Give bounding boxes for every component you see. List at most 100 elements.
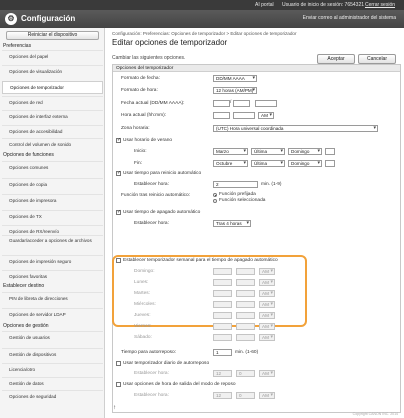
friday-ampm-select[interactable]: AM xyxy=(259,323,275,330)
sidebar-item-security[interactable]: Opciones de seguridad xyxy=(2,390,103,402)
sidebar-item-store-access-files[interactable]: Guardar/acceder a opciones de archivos xyxy=(2,235,103,251)
weekly-timer-checkbox[interactable] xyxy=(116,258,121,263)
sunday-ampm-select[interactable]: AM xyxy=(259,268,275,275)
sunday-hour-input[interactable] xyxy=(213,268,232,275)
panel-title: Opciones del temporizador xyxy=(113,65,400,72)
auto-reset-time-input[interactable]: 2 xyxy=(213,181,258,188)
tuesday-ampm-select[interactable]: AM xyxy=(259,290,275,297)
sidebar-item-data-management[interactable]: Gestión de datos xyxy=(2,377,103,389)
dst-start-day-select[interactable]: Domingo xyxy=(288,148,322,155)
sidebar-section-management[interactable]: Opciones de gestión xyxy=(3,323,49,329)
logout-link[interactable]: Cerrar sesión xyxy=(365,2,395,8)
sidebar-item-network[interactable]: Opciones de red xyxy=(2,96,103,108)
sidebar-item-address-book-pin[interactable]: PIN de libreta de direcciones xyxy=(2,292,103,304)
email-admin-link[interactable]: Enviar correo al administrador del siste… xyxy=(303,15,396,21)
dst-end-week-select[interactable]: Última xyxy=(251,160,285,167)
quit-sleep-minute-input[interactable]: 0 xyxy=(236,392,255,399)
dst-start-label: Inicio: xyxy=(134,149,147,154)
wednesday-hour-input[interactable] xyxy=(213,301,232,308)
dst-end-month-select[interactable]: Octubre xyxy=(213,160,248,167)
accept-button[interactable]: Aceptar xyxy=(317,54,355,64)
quit-sleep-hour-input[interactable]: 12 xyxy=(213,392,232,399)
friday-minute-input[interactable] xyxy=(236,323,255,330)
monday-minute-input[interactable] xyxy=(236,279,255,286)
date-format-select[interactable]: DD/MM AAAA xyxy=(213,75,257,82)
wednesday-ampm-select[interactable]: AM xyxy=(259,301,275,308)
back-to-top-icon[interactable]: ↑ xyxy=(113,405,116,411)
sleep-time-label: Tiempo para autorreposo: xyxy=(121,350,177,355)
sidebar-item-device-management[interactable]: Gestión de dispositivos xyxy=(2,348,103,360)
dst-start-month-select[interactable]: Marzo xyxy=(213,148,248,155)
sidebar-item-tx[interactable]: Opciones de TX xyxy=(2,210,103,222)
saturday-hour-input[interactable] xyxy=(213,334,232,341)
sidebar-item-user-management[interactable]: Gestión de usuarios xyxy=(2,331,103,343)
quit-sleep-ampm-select[interactable]: AM xyxy=(259,392,275,399)
sidebar-section-preferences[interactable]: Preferencias xyxy=(3,43,31,49)
sidebar-item-volume[interactable]: Control del volumen de sonido xyxy=(2,138,103,150)
day-label-tuesday: Martes: xyxy=(134,291,150,296)
thursday-minute-input[interactable] xyxy=(236,312,255,319)
dst-start-week-select[interactable]: Última xyxy=(251,148,285,155)
current-time-hour-input[interactable] xyxy=(213,112,230,119)
timezone-select[interactable]: (UTC) Hora universal coordinada xyxy=(213,125,378,132)
day-label-sunday: Domingo: xyxy=(134,269,155,274)
sidebar-item-copy[interactable]: Opciones de copia xyxy=(2,178,103,190)
sidebar-item-secure-print[interactable]: Opciones de impresión seguro xyxy=(2,255,103,267)
thursday-hour-input[interactable] xyxy=(213,312,232,319)
time-format-select[interactable]: 12 horas (AM/PM) xyxy=(213,87,257,94)
saturday-ampm-select[interactable]: AM xyxy=(259,334,275,341)
app-title: Configuración xyxy=(21,14,76,23)
monday-hour-input[interactable] xyxy=(213,279,232,286)
auto-reset-units: min. (1-9) xyxy=(261,182,282,187)
saturday-minute-input[interactable] xyxy=(236,334,255,341)
auto-off-time-select[interactable]: Tras 4 horas xyxy=(213,220,251,227)
cancel-button[interactable]: Cancelar xyxy=(358,54,396,64)
radio-preferred-label: Función prefijada xyxy=(219,192,256,197)
sidebar-item-printer[interactable]: Opciones de impresora xyxy=(2,194,103,206)
current-date-month-input[interactable] xyxy=(233,100,250,107)
dst-start-extra-input[interactable] xyxy=(325,148,335,155)
sidebar-item-favorites[interactable]: Opciones favoritas xyxy=(2,270,103,282)
sidebar-item-paper[interactable]: Opciones del papel xyxy=(2,50,103,62)
daily-sleep-hour-input[interactable]: 12 xyxy=(213,370,232,377)
auto-off-checkbox[interactable]: ✓ xyxy=(116,210,121,215)
dst-checkbox[interactable]: ✓ xyxy=(116,138,121,143)
tuesday-hour-input[interactable] xyxy=(213,290,232,297)
current-time-minute-input[interactable] xyxy=(233,112,255,119)
timezone-label: Zona horaria: xyxy=(121,126,150,131)
sidebar-item-common[interactable]: Opciones comunes xyxy=(2,161,103,173)
daily-sleep-checkbox[interactable] xyxy=(116,361,121,366)
current-date-day-input[interactable] xyxy=(213,100,230,107)
breadcrumb: Configuración: Preferencias: Opciones de… xyxy=(112,31,297,36)
sidebar-item-accessibility[interactable]: Opciones de accesibilidad xyxy=(2,125,103,137)
day-label-saturday: Sábado: xyxy=(134,335,152,340)
sidebar-item-display[interactable]: Opciones de visualización xyxy=(2,65,103,77)
sidebar-item-ldap[interactable]: Opciones de servidor LDAP xyxy=(2,308,103,320)
radio-preferred-function[interactable] xyxy=(213,193,217,197)
friday-hour-input[interactable] xyxy=(213,323,232,330)
auto-reset-checkbox[interactable]: ✓ xyxy=(116,171,121,176)
thursday-ampm-select[interactable]: AM xyxy=(259,312,275,319)
tuesday-minute-input[interactable] xyxy=(236,290,255,297)
radio-selected-function[interactable] xyxy=(213,199,217,203)
quit-sleep-checkbox[interactable] xyxy=(116,382,121,387)
sidebar-section-functions[interactable]: Opciones de funciones xyxy=(3,152,54,158)
sidebar-item-license[interactable]: Licencia/otro xyxy=(2,363,103,375)
dst-end-extra-input[interactable] xyxy=(325,160,335,167)
day-label-friday: Viernes: xyxy=(134,324,152,329)
sidebar-section-destination[interactable]: Establecer destino xyxy=(3,283,44,289)
sidebar-item-timer[interactable]: Opciones de temporizador xyxy=(2,81,103,94)
daily-sleep-ampm-select[interactable]: AM xyxy=(259,370,275,377)
monday-ampm-select[interactable]: AM xyxy=(259,279,275,286)
reset-device-button[interactable]: Reiniciar el dispositivo xyxy=(6,31,99,40)
current-date-year-input[interactable] xyxy=(255,100,277,107)
dst-end-day-select[interactable]: Domingo xyxy=(288,160,322,167)
wednesday-minute-input[interactable] xyxy=(236,301,255,308)
current-time-ampm-select[interactable]: AM xyxy=(258,112,274,119)
top-bar: AI portal Usuario de inicio de sesión: 7… xyxy=(0,0,404,10)
sidebar-item-external-interface[interactable]: Opciones de interfaz externa xyxy=(2,110,103,122)
auto-off-time-label: Establecer hora: xyxy=(134,221,169,226)
sleep-time-input[interactable]: 1 xyxy=(213,349,232,356)
sunday-minute-input[interactable] xyxy=(236,268,255,275)
daily-sleep-minute-input[interactable]: 0 xyxy=(236,370,255,377)
